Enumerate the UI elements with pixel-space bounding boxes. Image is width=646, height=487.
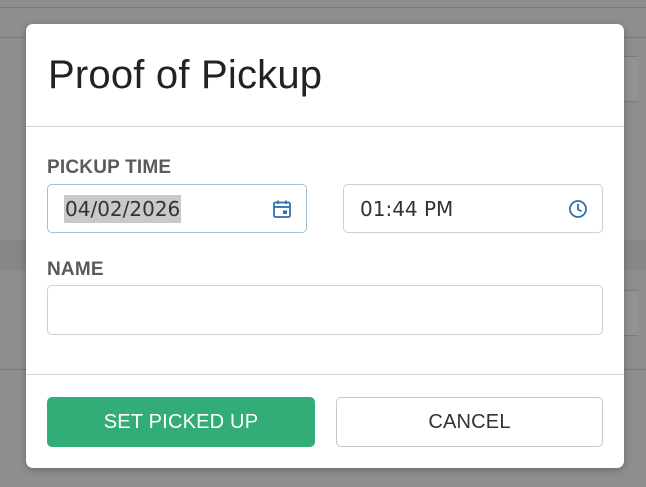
proof-of-pickup-dialog: Proof of Pickup PICKUP TIME 04/02/2026 0… [26,24,624,468]
cancel-button[interactable]: CANCEL [336,397,603,447]
pickup-date-input[interactable]: 04/02/2026 [47,184,307,233]
dialog-footer: SET PICKED UP CANCEL [26,375,624,468]
pickup-date-value: 04/02/2026 [64,194,182,223]
pickup-time-value: 01:44 PM [360,196,454,221]
dialog-body: PICKUP TIME 04/02/2026 01:44 PM NAME [26,127,624,375]
dialog-title: Proof of Pickup [48,52,323,97]
name-label: NAME [47,259,104,280]
pickup-time-input[interactable]: 01:44 PM [343,184,603,233]
pickup-time-label: PICKUP TIME [47,157,172,178]
background-divider [0,7,646,8]
set-picked-up-button[interactable]: SET PICKED UP [47,397,315,447]
clock-icon[interactable] [568,199,588,219]
name-input[interactable] [47,285,603,335]
dialog-header: Proof of Pickup [26,24,624,127]
calendar-icon[interactable] [272,199,292,219]
